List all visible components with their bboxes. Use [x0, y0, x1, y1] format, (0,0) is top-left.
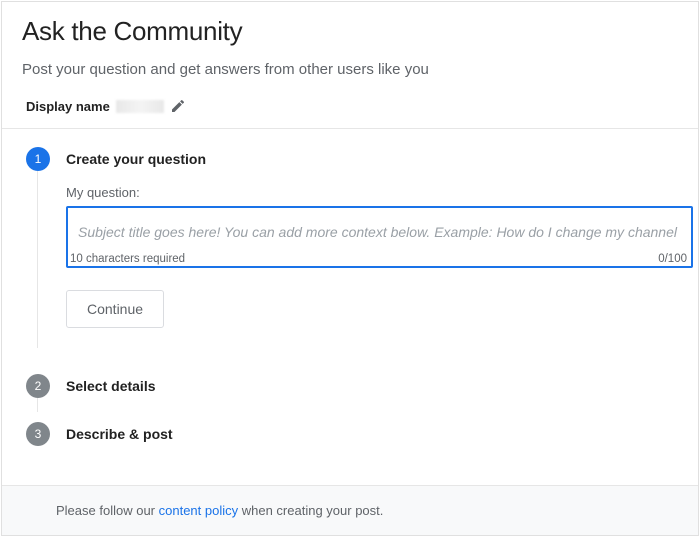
step-1-badge: 1 [26, 147, 50, 171]
display-name-row: Display name [22, 98, 678, 128]
footer-text-post: when creating your post. [238, 503, 383, 518]
step-1-header: 1 Create your question [26, 147, 684, 171]
step-3-badge: 3 [26, 422, 50, 446]
continue-button[interactable]: Continue [66, 290, 164, 328]
content-policy-link[interactable]: content policy [159, 503, 239, 518]
edit-display-name-icon[interactable] [170, 98, 186, 114]
footer-text-pre: Please follow our [56, 503, 159, 518]
header-area: Ask the Community Post your question and… [2, 2, 698, 128]
step-1-body: My question: 10 characters required 0/10… [37, 171, 684, 348]
step-1-title: Create your question [66, 151, 206, 167]
step-3-title: Describe & post [66, 426, 173, 442]
question-hint: 10 characters required [70, 253, 185, 265]
display-name-value [116, 100, 164, 113]
footer-bar: Please follow our content policy when cr… [2, 485, 698, 535]
page-container: Ask the Community Post your question and… [1, 1, 699, 536]
content-area: Ask the Community Post your question and… [2, 2, 698, 485]
question-field-label: My question: [66, 185, 684, 200]
connector-2-3 [37, 398, 684, 412]
display-name-label: Display name [26, 99, 110, 114]
step-2-header[interactable]: 2 Select details [26, 374, 684, 398]
step-3-header[interactable]: 3 Describe & post [26, 422, 684, 446]
step-2-title: Select details [66, 378, 156, 394]
question-input-wrap: 10 characters required 0/100 [66, 206, 693, 268]
page-subtitle: Post your question and get answers from … [22, 61, 678, 78]
steps-area: 1 Create your question My question: 10 c… [2, 129, 698, 446]
step-2-badge: 2 [26, 374, 50, 398]
question-counter: 0/100 [658, 253, 687, 265]
page-title: Ask the Community [22, 16, 678, 47]
